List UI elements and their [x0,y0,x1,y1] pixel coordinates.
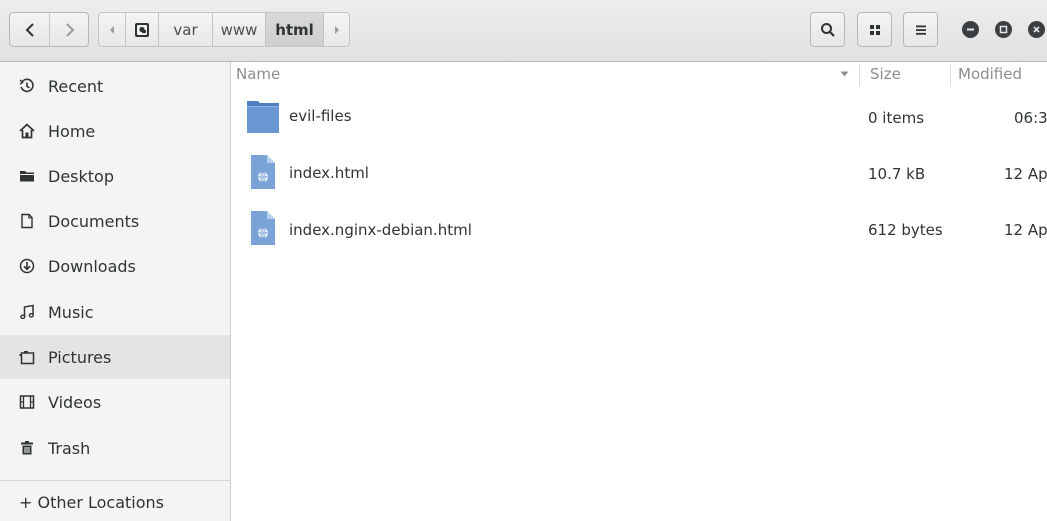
sidebar-item-home[interactable]: Home [0,109,230,153]
file-row-index-nginx-debian-html[interactable]: index.nginx-debian.html 612 bytes 12 Ap [231,201,1047,259]
minimize-button[interactable] [962,21,979,38]
file-name: evil-files [289,107,352,125]
drive-icon [135,22,149,37]
breadcrumb: var www html [98,12,350,47]
maximize-icon [999,25,1008,34]
file-size: 0 items [868,109,925,127]
folder-icon [247,101,279,133]
sidebar-item-documents[interactable]: Documents [0,199,230,243]
search-icon [820,22,835,37]
sidebar-item-label: Desktop [48,166,114,186]
forward-button[interactable] [50,13,89,46]
sidebar-item-trash[interactable]: Trash [0,426,230,470]
file-size: 612 bytes [868,221,943,239]
file-list-view: Name Size Modified evil-files 0 items 06… [231,62,1047,521]
column-header-modified[interactable]: Modified [958,62,1047,86]
file-size: 10.7 kB [868,165,926,183]
chevron-left-icon [25,22,34,37]
hamburger-menu-icon [915,25,926,35]
breadcrumb-item-var[interactable]: var [159,12,213,47]
column-divider [859,64,860,86]
triangle-left-icon [110,25,114,34]
column-header-name[interactable]: Name [236,62,858,86]
sort-descending-icon [840,71,849,77]
file-row-evil-files[interactable]: evil-files 0 items 06:3 [231,87,1047,145]
sidebar-item-desktop[interactable]: Desktop [0,154,230,198]
header-bar: var www html [0,0,1047,62]
column-header-size[interactable]: Size [870,62,950,86]
file-modified: 12 Ap [1004,165,1047,183]
sidebar-item-music[interactable]: Music [0,290,230,334]
close-icon [1033,26,1040,33]
download-icon [17,256,37,276]
file-name: index.html [289,164,369,182]
home-icon [17,121,37,141]
other-locations-label: + Other Locations [19,492,165,512]
sidebar-item-pictures[interactable]: Pictures [0,335,230,379]
close-button[interactable] [1028,21,1045,38]
maximize-button[interactable] [995,21,1012,38]
sidebar-item-label: Pictures [48,347,112,367]
view-toggle-button[interactable] [857,12,892,47]
column-label-name: Name [236,65,281,83]
file-modified: 06:3 [1014,109,1047,127]
triangle-right-icon [334,25,339,34]
column-label-modified: Modified [958,65,1023,83]
picture-icon [17,347,37,367]
sidebar-item-downloads[interactable]: Downloads [0,244,230,288]
file-row-index-html[interactable]: index.html 10.7 kB 12 Ap [231,144,1047,202]
navigation-buttons [9,12,89,47]
sidebar-item-videos[interactable]: Videos [0,380,230,424]
column-divider [950,64,951,86]
sidebar-item-label: Recent [48,76,104,96]
film-icon [17,392,37,412]
chevron-right-icon [65,22,74,37]
sidebar-item-label: Music [48,302,94,322]
sidebar-item-label: Home [48,121,96,141]
folder-icon [17,166,37,186]
sidebar-item-label: Documents [48,211,140,231]
sidebar: Recent Home Desktop Documents Downloads … [0,62,231,521]
sidebar-item-label: Downloads [48,256,136,276]
file-modified: 12 Ap [1004,221,1047,239]
sidebar-separator [0,480,230,481]
path-scroll-right-button[interactable] [324,12,350,47]
sidebar-item-label: Trash [48,438,91,458]
html-file-icon [251,155,275,189]
sidebar-item-other-locations[interactable]: + Other Locations [0,483,230,521]
path-scroll-left-button[interactable] [98,12,126,47]
music-icon [17,302,37,322]
back-button[interactable] [10,13,50,46]
clock-icon [17,76,37,96]
search-button[interactable] [810,12,845,47]
sidebar-item-recent[interactable]: Recent [0,64,230,108]
minimize-icon [967,28,974,31]
breadcrumb-item-html[interactable]: html [266,12,324,47]
column-label-size: Size [870,65,901,83]
file-name: index.nginx-debian.html [289,221,472,239]
breadcrumb-root-drive[interactable] [126,12,159,47]
document-icon [17,211,37,231]
html-file-icon [251,211,275,245]
grid-view-icon [869,24,880,35]
breadcrumb-item-www[interactable]: www [213,12,266,47]
trash-icon [17,438,37,458]
menu-button[interactable] [903,12,938,47]
sidebar-item-label: Videos [48,392,102,412]
